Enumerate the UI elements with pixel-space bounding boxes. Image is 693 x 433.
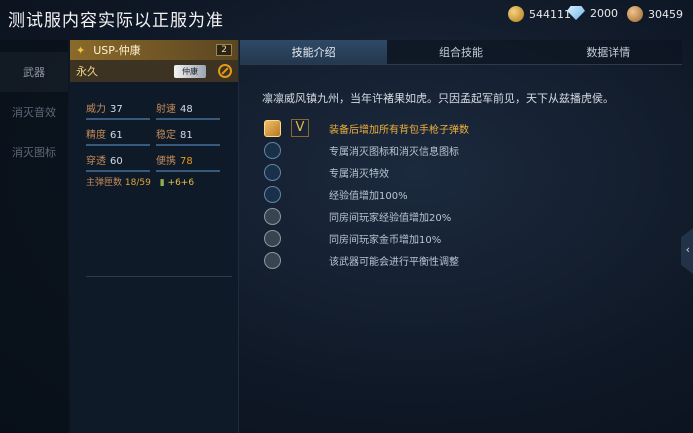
room-exp-icon [264, 207, 281, 225]
weapon-panel: ✦ USP-仲康 2 永久 仲康 威力37 射速48 精度61 稳定81 [70, 40, 239, 433]
weapon-tag: 仲康 [174, 64, 206, 78]
side-expand-tab[interactable]: ‹ [681, 228, 693, 274]
v-badge-icon: V [291, 119, 309, 137]
divider [86, 276, 232, 277]
stat-power: 威力 37 [86, 97, 150, 120]
skill-list: V 装备后增加所有背包手枪子弹数 专属消灭图标和消灭信息图标 专属消灭特效 经验… [264, 117, 469, 271]
tab-data-details[interactable]: 数据详情 [534, 40, 682, 64]
skill-item: 该武器可能会进行平衡性调整 [264, 249, 469, 271]
weapon-header: ✦ USP-仲康 2 [70, 40, 238, 60]
gold-currency: 544111 [508, 6, 571, 22]
skill-item: 经验值增加100% [264, 183, 469, 205]
room-gold-icon [264, 229, 281, 247]
stat-bar [156, 170, 220, 172]
kill-icon-icon [264, 141, 281, 159]
chevron-left-icon: ‹ [685, 243, 690, 256]
bronze-coin-icon [627, 6, 643, 22]
skill-item: 同房间玩家经验值增加20% [264, 205, 469, 227]
kill-effect-icon [264, 163, 281, 181]
ammo-info: 主弹匣数 18/59 ▮ +6+6 [86, 178, 195, 188]
weapon-duration: 永久 [76, 65, 98, 78]
gold-value: 544111 [529, 7, 571, 21]
skill-item: 专属消灭图标和消灭信息图标 [264, 139, 469, 161]
weapon-level: 2 [216, 44, 232, 56]
diamond-value: 2000 [590, 6, 618, 20]
stat-penetration: 穿透 60 [86, 149, 150, 172]
stat-bar [156, 144, 220, 146]
nav-kill-sound[interactable]: 消灭音效 [0, 92, 68, 132]
prohibit-icon[interactable] [218, 64, 232, 78]
nav-kill-icon[interactable]: 消灭图标 [0, 132, 68, 172]
stat-bar [86, 170, 150, 172]
stat-fire-rate: 射速 48 [156, 97, 220, 120]
ammo-box-icon [264, 119, 281, 137]
ammo-bonus: +6+6 [167, 178, 195, 188]
weapon-emblem-icon: ✦ [76, 43, 86, 57]
diamond-currency: 2000 [567, 6, 618, 20]
tab-skill-intro[interactable]: 技能介绍 [240, 40, 388, 64]
tab-bar: 技能介绍 组合技能 数据详情 [240, 40, 682, 65]
test-server-banner: 测试服内容实际以正服为准 [8, 11, 224, 31]
weapon-stats: 威力 37 射速 48 精度 61 稳定 81 穿透 60 便携 78 主弹匣数… [86, 97, 236, 188]
bullet-icon: ▮ [159, 178, 165, 188]
gold-coin-icon [508, 6, 524, 22]
tab-combo-skills[interactable]: 组合技能 [387, 40, 535, 64]
weapon-description: 凛凛威风镇九州，当年许褚果如虎。只因孟起军前见，天下从兹播虎侯。 [262, 92, 614, 105]
stat-portability: 便携 78 [156, 149, 220, 172]
stat-bar [156, 118, 220, 120]
bronze-currency: 30459 [627, 6, 683, 22]
skill-item: V 装备后增加所有背包手枪子弹数 [264, 117, 469, 139]
diamond-icon [567, 6, 585, 20]
nav-weapon[interactable]: 武器 [0, 52, 68, 92]
exp-icon [264, 185, 281, 203]
stat-bar [86, 118, 150, 120]
left-nav: 武器 消灭音效 消灭图标 [0, 40, 68, 433]
skill-item: 专属消灭特效 [264, 161, 469, 183]
weapon-name: USP-仲康 [93, 44, 141, 57]
stat-stability: 稳定 81 [156, 123, 220, 146]
skill-item: 同房间玩家金币增加10% [264, 227, 469, 249]
stat-accuracy: 精度 61 [86, 123, 150, 146]
bronze-value: 30459 [648, 7, 683, 21]
weapon-sub: 永久 仲康 [70, 60, 238, 82]
balance-icon [264, 251, 281, 269]
stat-bar [86, 144, 150, 146]
ammo-value: 18/59 [124, 178, 151, 188]
